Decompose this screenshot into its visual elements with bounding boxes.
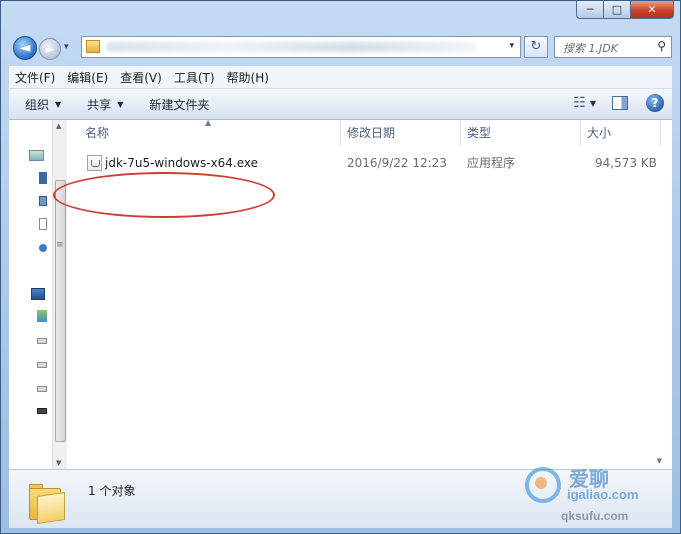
file-size: 94,573 KB xyxy=(595,156,657,170)
pictures-icon[interactable] xyxy=(39,196,47,206)
close-button[interactable]: ✕ xyxy=(630,1,674,19)
scroll-thumb[interactable] xyxy=(55,180,66,442)
maximize-button[interactable]: □ xyxy=(604,1,630,19)
navigation-pane: ▲ ≡ ▼ xyxy=(9,120,67,469)
share-label: 共享 xyxy=(87,97,112,112)
preview-pane-icon[interactable] xyxy=(612,96,628,110)
nav-pane-scrollbar[interactable]: ▲ ≡ ▼ xyxy=(52,120,67,469)
address-path-blurred xyxy=(106,42,476,52)
desktop-icon[interactable] xyxy=(39,172,47,184)
column-header-size[interactable]: 大小 xyxy=(581,120,661,146)
scroll-down-icon[interactable]: ▼ xyxy=(56,459,61,467)
file-name[interactable]: jdk-7u5-windows-x64.exe xyxy=(105,152,258,174)
search-icon[interactable]: ⚲ xyxy=(657,39,666,53)
item-count: 1 个对象 xyxy=(88,484,136,498)
new-folder-label: 新建文件夹 xyxy=(149,97,210,112)
scroll-up-icon[interactable]: ▲ xyxy=(56,122,61,130)
file-type: 应用程序 xyxy=(467,156,516,170)
watermark-logo: 爱聊 igaliao.com qksufu.com xyxy=(521,461,681,531)
column-header-type[interactable]: 类型 xyxy=(461,120,581,146)
drive-icon[interactable] xyxy=(37,386,47,392)
organize-label: 组织 xyxy=(25,97,50,112)
menu-help[interactable]: 帮助(H) xyxy=(221,69,275,86)
system-drive-icon[interactable] xyxy=(37,310,47,322)
back-button[interactable]: ◄ xyxy=(13,36,37,60)
watermark-site-secondary: qksufu.com xyxy=(561,509,629,523)
highlight-annotation-ring xyxy=(53,172,275,218)
music-icon[interactable] xyxy=(39,244,47,252)
file-modified: 2016/9/22 12:23 xyxy=(347,156,447,170)
share-button[interactable]: 共享 ▼ xyxy=(79,96,131,113)
watermark-site: igaliao.com xyxy=(567,487,639,502)
search-box[interactable]: ⚲ xyxy=(554,36,672,58)
address-dropdown[interactable]: ▾ xyxy=(509,41,514,51)
drive-icon[interactable] xyxy=(37,338,47,344)
window-caption-buttons: ─ □ ✕ xyxy=(576,1,674,19)
favorites-icon[interactable] xyxy=(29,150,44,161)
application-icon xyxy=(87,155,102,171)
drive-icon[interactable] xyxy=(37,362,47,368)
recent-locations-dropdown[interactable]: ▾ xyxy=(64,42,69,52)
forward-button[interactable]: ► xyxy=(39,38,61,60)
documents-icon[interactable] xyxy=(39,218,47,230)
chevron-down-icon: ▼ xyxy=(117,99,124,109)
help-icon[interactable]: ? xyxy=(646,94,664,112)
change-view-icon[interactable]: ☷ xyxy=(573,95,586,111)
command-bar-right: ☷ ▼ ? xyxy=(573,94,664,112)
command-bar: 组织 ▼ 共享 ▼ 新建文件夹 ☷ ▼ ? xyxy=(9,89,672,120)
minimize-button[interactable]: ─ xyxy=(576,1,604,19)
refresh-button[interactable]: ↻ xyxy=(524,36,548,58)
search-input[interactable] xyxy=(561,38,653,58)
menu-view[interactable]: 查看(V) xyxy=(114,69,168,86)
folder-icon xyxy=(86,40,100,53)
new-folder-button[interactable]: 新建文件夹 xyxy=(141,96,217,113)
file-row[interactable]: jdk-7u5-windows-x64.exe 2016/9/22 12:23 … xyxy=(53,152,672,218)
file-list: ▲ 名称 修改日期 类型 大小 jdk-7u5-windows-x64.exe … xyxy=(53,118,672,469)
folder-icon xyxy=(29,482,65,524)
scroll-grip-icon: ≡ xyxy=(56,240,64,250)
organize-button[interactable]: 组织 ▼ xyxy=(17,96,69,113)
address-bar[interactable]: ▾ xyxy=(81,36,521,58)
column-header-name[interactable]: 名称 xyxy=(79,120,341,146)
menu-file[interactable]: 文件(F) xyxy=(9,69,61,86)
watermark-dot-icon xyxy=(535,477,547,489)
view-options-dropdown[interactable]: ▼ xyxy=(590,99,596,108)
column-header-modified[interactable]: 修改日期 xyxy=(341,120,461,146)
chevron-down-icon: ▼ xyxy=(55,99,62,109)
menu-bar: 文件(F) 编辑(E) 查看(V) 工具(T) 帮助(H) xyxy=(9,66,672,89)
removable-drive-icon[interactable] xyxy=(37,408,47,414)
computer-icon[interactable] xyxy=(31,288,45,300)
explorer-window: ─ □ ✕ ◄ ► ▾ ▾ ↻ ⚲ 文件(F) 编辑(E) 查看(V) 工具(T… xyxy=(0,0,681,534)
menu-tools[interactable]: 工具(T) xyxy=(168,69,221,86)
menu-edit[interactable]: 编辑(E) xyxy=(61,69,114,86)
